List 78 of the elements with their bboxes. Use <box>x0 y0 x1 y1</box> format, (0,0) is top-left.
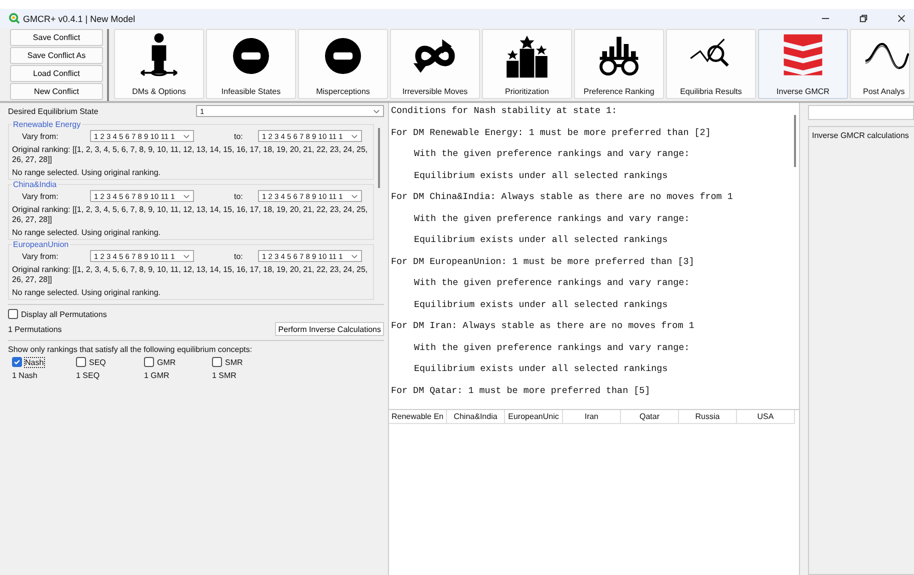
caret-icon <box>351 254 358 258</box>
status-text: No range selected. Using original ranking. <box>12 228 162 237</box>
field-label: Vary from: <box>21 252 60 260</box>
concept-count: 1 Nash <box>12 371 38 380</box>
toolbar-tile[interactable]: Infeasible States <box>206 29 296 99</box>
scrollbar[interactable] <box>794 115 796 167</box>
caret-icon <box>183 134 190 138</box>
result-line: With the given preference rankings and vary range: <box>413 148 691 161</box>
filter-label: Show only rankings that satisfy all the following equilibrium concepts: <box>8 345 254 354</box>
result-line: With the given preference rankings and vary range: <box>413 212 691 226</box>
column-header[interactable]: Renewable En <box>389 410 447 423</box>
result-line: Equilibrium exists under all selected rankings <box>413 170 669 182</box>
file-button[interactable]: New Conflict <box>10 83 103 100</box>
concept-checkbox[interactable]: GMR <box>144 357 212 367</box>
toolbar-tile[interactable]: Equilibria Results <box>666 29 756 99</box>
concept-count: 1 SEQ <box>76 371 101 380</box>
restore-icon[interactable] <box>859 14 868 23</box>
field-label: to: <box>233 192 244 200</box>
result-line: Equilibrium exists under all selected rankings <box>413 363 669 376</box>
caret-icon <box>183 254 190 258</box>
group-title: Renewable Energy <box>12 120 82 129</box>
display-all-checkbox[interactable]: Display all Permutations <box>8 309 384 319</box>
toolbar-tile[interactable]: Preference Ranking <box>574 29 664 99</box>
result-line: For DM Renewable Energy: 1 must be more preferred than [2] <box>391 126 712 140</box>
scrollbar[interactable] <box>378 128 380 188</box>
file-button[interactable]: Save Conflict <box>10 29 103 46</box>
result-line: For DM Qatar: 1 must be more preferred than [5] <box>391 384 652 398</box>
result-line: Equilibrium exists under all selected rankings <box>413 298 669 312</box>
status-text: No range selected. Using original ranking. <box>12 288 162 297</box>
file-button[interactable]: Save Conflict As <box>10 47 103 64</box>
status-text: No range selected. Using original ranking. <box>12 168 162 177</box>
column-header[interactable]: USA <box>737 410 795 423</box>
toolbar-tile[interactable]: Inverse GMCR <box>758 29 848 99</box>
caret-icon <box>373 108 380 114</box>
column-header[interactable]: China&India <box>447 410 505 423</box>
column-header[interactable]: Qatar <box>621 410 679 423</box>
result-line: For DM Iran: Always stable as there are no moves from 1 <box>391 320 696 333</box>
field-label: Vary from: <box>21 192 60 200</box>
result-line: Conditions for Nash stability at state 1: <box>391 105 618 118</box>
field-label: to: <box>233 132 244 140</box>
app-logo-icon <box>9 13 20 24</box>
field-label: Vary from: <box>21 132 60 140</box>
concept-count: 1 SMR <box>212 371 238 380</box>
column-header[interactable]: Iran <box>563 410 621 423</box>
file-button[interactable]: Load Conflict <box>10 65 103 82</box>
toolbar-tile[interactable]: DMs & Options <box>114 29 204 99</box>
result-line: With the given preference rankings and vary range: <box>413 342 691 354</box>
field-label: to: <box>233 252 244 260</box>
caret-icon <box>351 194 358 198</box>
toolbar-tile[interactable]: Irreversible Moves <box>390 29 480 99</box>
window-title: GMCR+ v0.4.1 | New Model <box>23 14 136 24</box>
group-title: EuropeanUnion <box>12 240 70 249</box>
permutation-count: 1 Permutations <box>8 324 62 334</box>
result-line: Equilibrium exists under all selected rankings <box>413 234 669 247</box>
concept-count: 1 GMR <box>144 371 170 380</box>
concept-checkbox[interactable]: SEQ <box>76 357 144 367</box>
panel-label: Inverse GMCR calculations <box>812 131 909 140</box>
ranking-text: Original ranking: [[1, 2, 3, 4, 5, 6, 7, 8, 9, 10, 11, 12, 13, 14, 15, 16, 17, 18, 19, 20, 21, 22, 23, 24, 25, 26, 27, 28]] <box>12 265 369 285</box>
perform-button[interactable]: Perform Inverse Calculations <box>275 322 384 336</box>
input-field[interactable] <box>808 105 914 120</box>
concept-checkbox[interactable]: SMR <box>212 357 280 367</box>
column-header[interactable]: Russia <box>679 410 737 423</box>
toolbar-tile[interactable]: Post Analys <box>850 29 910 99</box>
caret-icon <box>183 194 190 198</box>
toolbar-tile[interactable]: Prioritization <box>482 29 572 99</box>
check-icon <box>13 358 21 366</box>
caret-icon <box>351 134 358 138</box>
result-line: With the given preference rankings and vary range: <box>413 277 691 290</box>
group-title: China&India <box>12 180 58 189</box>
concept-checkbox[interactable]: Nash <box>12 357 76 367</box>
column-header[interactable]: EuropeanUnic <box>505 410 563 423</box>
ranking-text: Original ranking: [[1, 2, 3, 4, 5, 6, 7, 8, 9, 10, 11, 12, 13, 14, 15, 16, 17, 18, 19, 20, 21, 22, 23, 24, 25, 26, 27, 28]] <box>12 205 369 225</box>
toolbar-tile[interactable]: Misperceptions <box>298 29 388 99</box>
result-line: For DM China&India: Always stable as there are no moves from 1 <box>391 191 734 204</box>
field-label: Desired Equilibrium State <box>8 106 98 116</box>
result-line: For DM EuropeanUnion: 1 must be more preferred than [3] <box>391 256 696 268</box>
close-icon[interactable] <box>897 14 906 23</box>
ranking-text: Original ranking: [[1, 2, 3, 4, 5, 6, 7, 8, 9, 10, 11, 12, 13, 14, 15, 16, 17, 18, 19, 20, 21, 22, 23, 24, 25, 26, 27, 28]] <box>12 145 369 165</box>
